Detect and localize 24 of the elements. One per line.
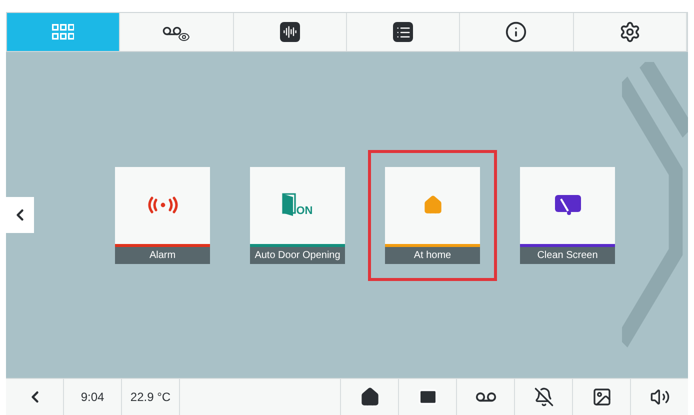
grid-icon — [52, 24, 74, 40]
house-icon — [422, 195, 442, 215]
back-button[interactable] — [6, 197, 34, 233]
mode-tile[interactable]: Clean Screen — [520, 166, 615, 264]
tile-label: Clean Screen — [520, 246, 615, 264]
settings-icon — [618, 21, 641, 43]
clock-time: 9:04 — [64, 379, 122, 415]
mode-tile[interactable]: ON Auto Door Opening — [250, 166, 345, 264]
tile-label: Alarm — [115, 246, 210, 264]
bell-off-icon[interactable] — [534, 387, 554, 407]
mode-tile[interactable]: Alarm — [115, 166, 210, 264]
tile-label: At home — [385, 246, 480, 264]
on-label: ON — [296, 206, 313, 217]
tile-label: Auto Door Opening — [250, 246, 345, 264]
list-icon — [393, 22, 414, 42]
volume-icon[interactable] — [650, 387, 670, 407]
screen-wipe-icon — [554, 194, 582, 216]
temperature-reading: 22.9 °C — [122, 379, 180, 415]
alarm-signal-icon — [146, 196, 180, 214]
door-icon — [282, 193, 296, 217]
image-icon[interactable] — [592, 387, 612, 407]
mode-tile[interactable]: At home — [385, 166, 480, 264]
info-icon — [505, 21, 528, 43]
audio-note-icon — [280, 22, 300, 42]
